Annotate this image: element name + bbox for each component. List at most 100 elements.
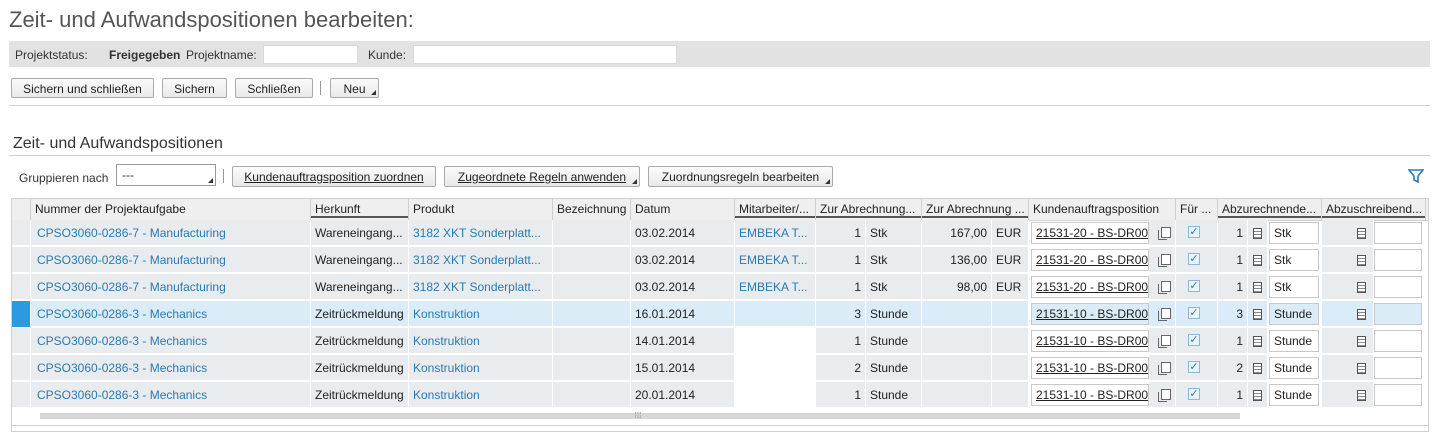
table-row[interactable]: CPSO3060-0286-7 - Manufacturing Warenein…	[12, 274, 1428, 301]
row-selector-active[interactable]	[12, 301, 30, 327]
product-link[interactable]: 3182 XKT Sonderplatt...	[409, 247, 553, 273]
row-selector[interactable]	[12, 328, 31, 354]
writeoff-field[interactable]	[1374, 222, 1422, 244]
task-link[interactable]: CPSO3060-0286-7 - Manufacturing	[31, 247, 311, 273]
employee-link[interactable]: EMBEKA T...	[735, 220, 816, 246]
sales-order-link[interactable]: 21531-10 - BS-DR00	[1036, 388, 1148, 402]
table-row[interactable]: CPSO3060-0286-3 - Mechanics Zeitrückmeld…	[12, 355, 1428, 382]
employee-link[interactable]	[735, 382, 816, 408]
task-link[interactable]: CPSO3060-0286-7 - Manufacturing	[31, 220, 311, 246]
column-header[interactable]: Zur Abrechnung...	[816, 199, 922, 220]
kunde-field[interactable]	[413, 45, 677, 64]
task-link[interactable]: CPSO3060-0286-3 - Mechanics	[31, 301, 311, 327]
writeoff-field[interactable]	[1374, 384, 1422, 406]
calculator-icon[interactable]	[1253, 282, 1262, 293]
sales-order-link[interactable]: 21531-20 - BS-DR00	[1036, 226, 1148, 240]
calc-cell[interactable]	[1248, 247, 1268, 273]
task-link[interactable]: CPSO3060-0286-3 - Mechanics	[31, 355, 311, 381]
product-link[interactable]: Konstruktion	[409, 355, 553, 381]
sales-order-field[interactable]: 21531-20 - BS-DR00	[1031, 249, 1149, 271]
projektname-field[interactable]	[263, 45, 358, 64]
writeoff-field[interactable]	[1374, 330, 1422, 352]
writeoff-field[interactable]	[1374, 303, 1422, 325]
sales-order-link[interactable]: 21531-10 - BS-DR00	[1036, 361, 1148, 375]
open-copy-icon[interactable]	[1158, 227, 1171, 240]
calculator-icon[interactable]	[1357, 255, 1366, 266]
copy-cell[interactable]	[1149, 328, 1176, 354]
save-and-close-button[interactable]: Sichern und schließen	[11, 78, 154, 98]
sales-order-field[interactable]: 21531-10 - BS-DR00	[1031, 330, 1149, 352]
billable-checkbox[interactable]: ✓	[1188, 361, 1200, 373]
task-link[interactable]: CPSO3060-0286-3 - Mechanics	[31, 328, 311, 354]
calc-cell[interactable]	[1248, 355, 1268, 381]
billable-checkbox[interactable]: ✓	[1188, 307, 1200, 319]
open-copy-icon[interactable]	[1158, 281, 1171, 294]
edit-rules-button[interactable]: Zuordnungsregeln bearbeiten	[648, 166, 833, 187]
calculator-icon[interactable]	[1253, 363, 1262, 374]
writeoff-calc-cell[interactable]	[1322, 247, 1374, 273]
scrollbar-grip[interactable]: ⁞⁞⁞	[632, 412, 644, 420]
calculator-icon[interactable]	[1253, 228, 1262, 239]
table-row[interactable]: CPSO3060-0286-3 - Mechanics Zeitrückmeld…	[12, 382, 1428, 409]
copy-cell[interactable]	[1149, 301, 1176, 327]
sales-order-link[interactable]: 21531-20 - BS-DR00	[1036, 280, 1148, 294]
copy-cell[interactable]	[1149, 355, 1176, 381]
open-copy-icon[interactable]	[1158, 389, 1171, 402]
sales-order-field[interactable]: 21531-10 - BS-DR00	[1031, 303, 1149, 325]
checkbox-cell[interactable]: ✓	[1176, 274, 1218, 300]
billable-checkbox[interactable]: ✓	[1188, 334, 1200, 346]
column-header[interactable]: Kundenauftragsposition	[1029, 199, 1176, 220]
calc-cell[interactable]	[1248, 274, 1268, 300]
open-copy-icon[interactable]	[1158, 335, 1171, 348]
row-selector[interactable]	[12, 274, 31, 300]
bill-quantity-cell[interactable]: 1	[1218, 220, 1248, 246]
writeoff-field[interactable]	[1374, 276, 1422, 298]
writeoff-calc-cell[interactable]	[1322, 274, 1374, 300]
bill-quantity-cell[interactable]: 1	[1218, 247, 1248, 273]
row-selector[interactable]	[12, 247, 31, 273]
column-header[interactable]: Abzurechnende...	[1218, 199, 1322, 220]
copy-cell[interactable]	[1149, 274, 1176, 300]
writeoff-field[interactable]	[1374, 249, 1422, 271]
product-link[interactable]: 3182 XKT Sonderplatt...	[409, 220, 553, 246]
group-by-select[interactable]: ---	[116, 164, 216, 186]
task-link[interactable]: CPSO3060-0286-7 - Manufacturing	[31, 274, 311, 300]
bill-unit-field[interactable]: Stk	[1269, 276, 1319, 298]
sales-order-link[interactable]: 21531-20 - BS-DR00	[1036, 253, 1148, 267]
filter-icon[interactable]	[1408, 168, 1424, 184]
calculator-icon[interactable]	[1253, 255, 1262, 266]
column-header[interactable]: Nummer der Projektaufgabe	[31, 199, 311, 220]
bill-unit-field[interactable]: Stunde	[1269, 330, 1319, 352]
employee-link[interactable]	[735, 355, 816, 381]
sales-order-field[interactable]: 21531-10 - BS-DR00	[1031, 357, 1149, 379]
bill-quantity-cell[interactable]: 2	[1218, 355, 1248, 381]
writeoff-calc-cell[interactable]	[1322, 220, 1374, 246]
table-row[interactable]: CPSO3060-0286-7 - Manufacturing Warenein…	[12, 247, 1428, 274]
calc-cell[interactable]	[1248, 328, 1268, 354]
writeoff-calc-cell[interactable]	[1322, 355, 1374, 381]
copy-cell[interactable]	[1149, 247, 1176, 273]
column-header[interactable]: Für ...	[1176, 199, 1218, 220]
column-header[interactable]: Herkunft	[311, 199, 409, 220]
checkbox-cell[interactable]: ✓	[1176, 328, 1218, 354]
checkbox-cell[interactable]: ✓	[1176, 247, 1218, 273]
calculator-icon[interactable]	[1357, 282, 1366, 293]
column-header[interactable]: Bezeichnung	[553, 199, 631, 220]
billable-checkbox[interactable]: ✓	[1188, 226, 1200, 238]
copy-cell[interactable]	[1149, 382, 1176, 408]
calculator-icon[interactable]	[1253, 309, 1262, 320]
new-menu-button[interactable]: Neu	[330, 78, 379, 98]
sales-order-field[interactable]: 21531-20 - BS-DR00	[1031, 222, 1149, 244]
product-link[interactable]: 3182 XKT Sonderplatt...	[409, 274, 553, 300]
sales-order-field[interactable]: 21531-20 - BS-DR00	[1031, 276, 1149, 298]
bill-unit-field[interactable]: Stunde	[1269, 384, 1319, 406]
billable-checkbox[interactable]: ✓	[1188, 253, 1200, 265]
writeoff-field[interactable]	[1374, 357, 1422, 379]
bill-quantity-cell[interactable]: 3	[1218, 301, 1248, 327]
calculator-icon[interactable]	[1357, 309, 1366, 320]
checkbox-cell[interactable]: ✓	[1176, 382, 1218, 408]
checkbox-cell[interactable]: ✓	[1176, 301, 1218, 327]
task-link[interactable]: CPSO3060-0286-3 - Mechanics	[31, 382, 311, 408]
copy-cell[interactable]	[1149, 220, 1176, 246]
bill-unit-field[interactable]: Stunde	[1269, 357, 1319, 379]
